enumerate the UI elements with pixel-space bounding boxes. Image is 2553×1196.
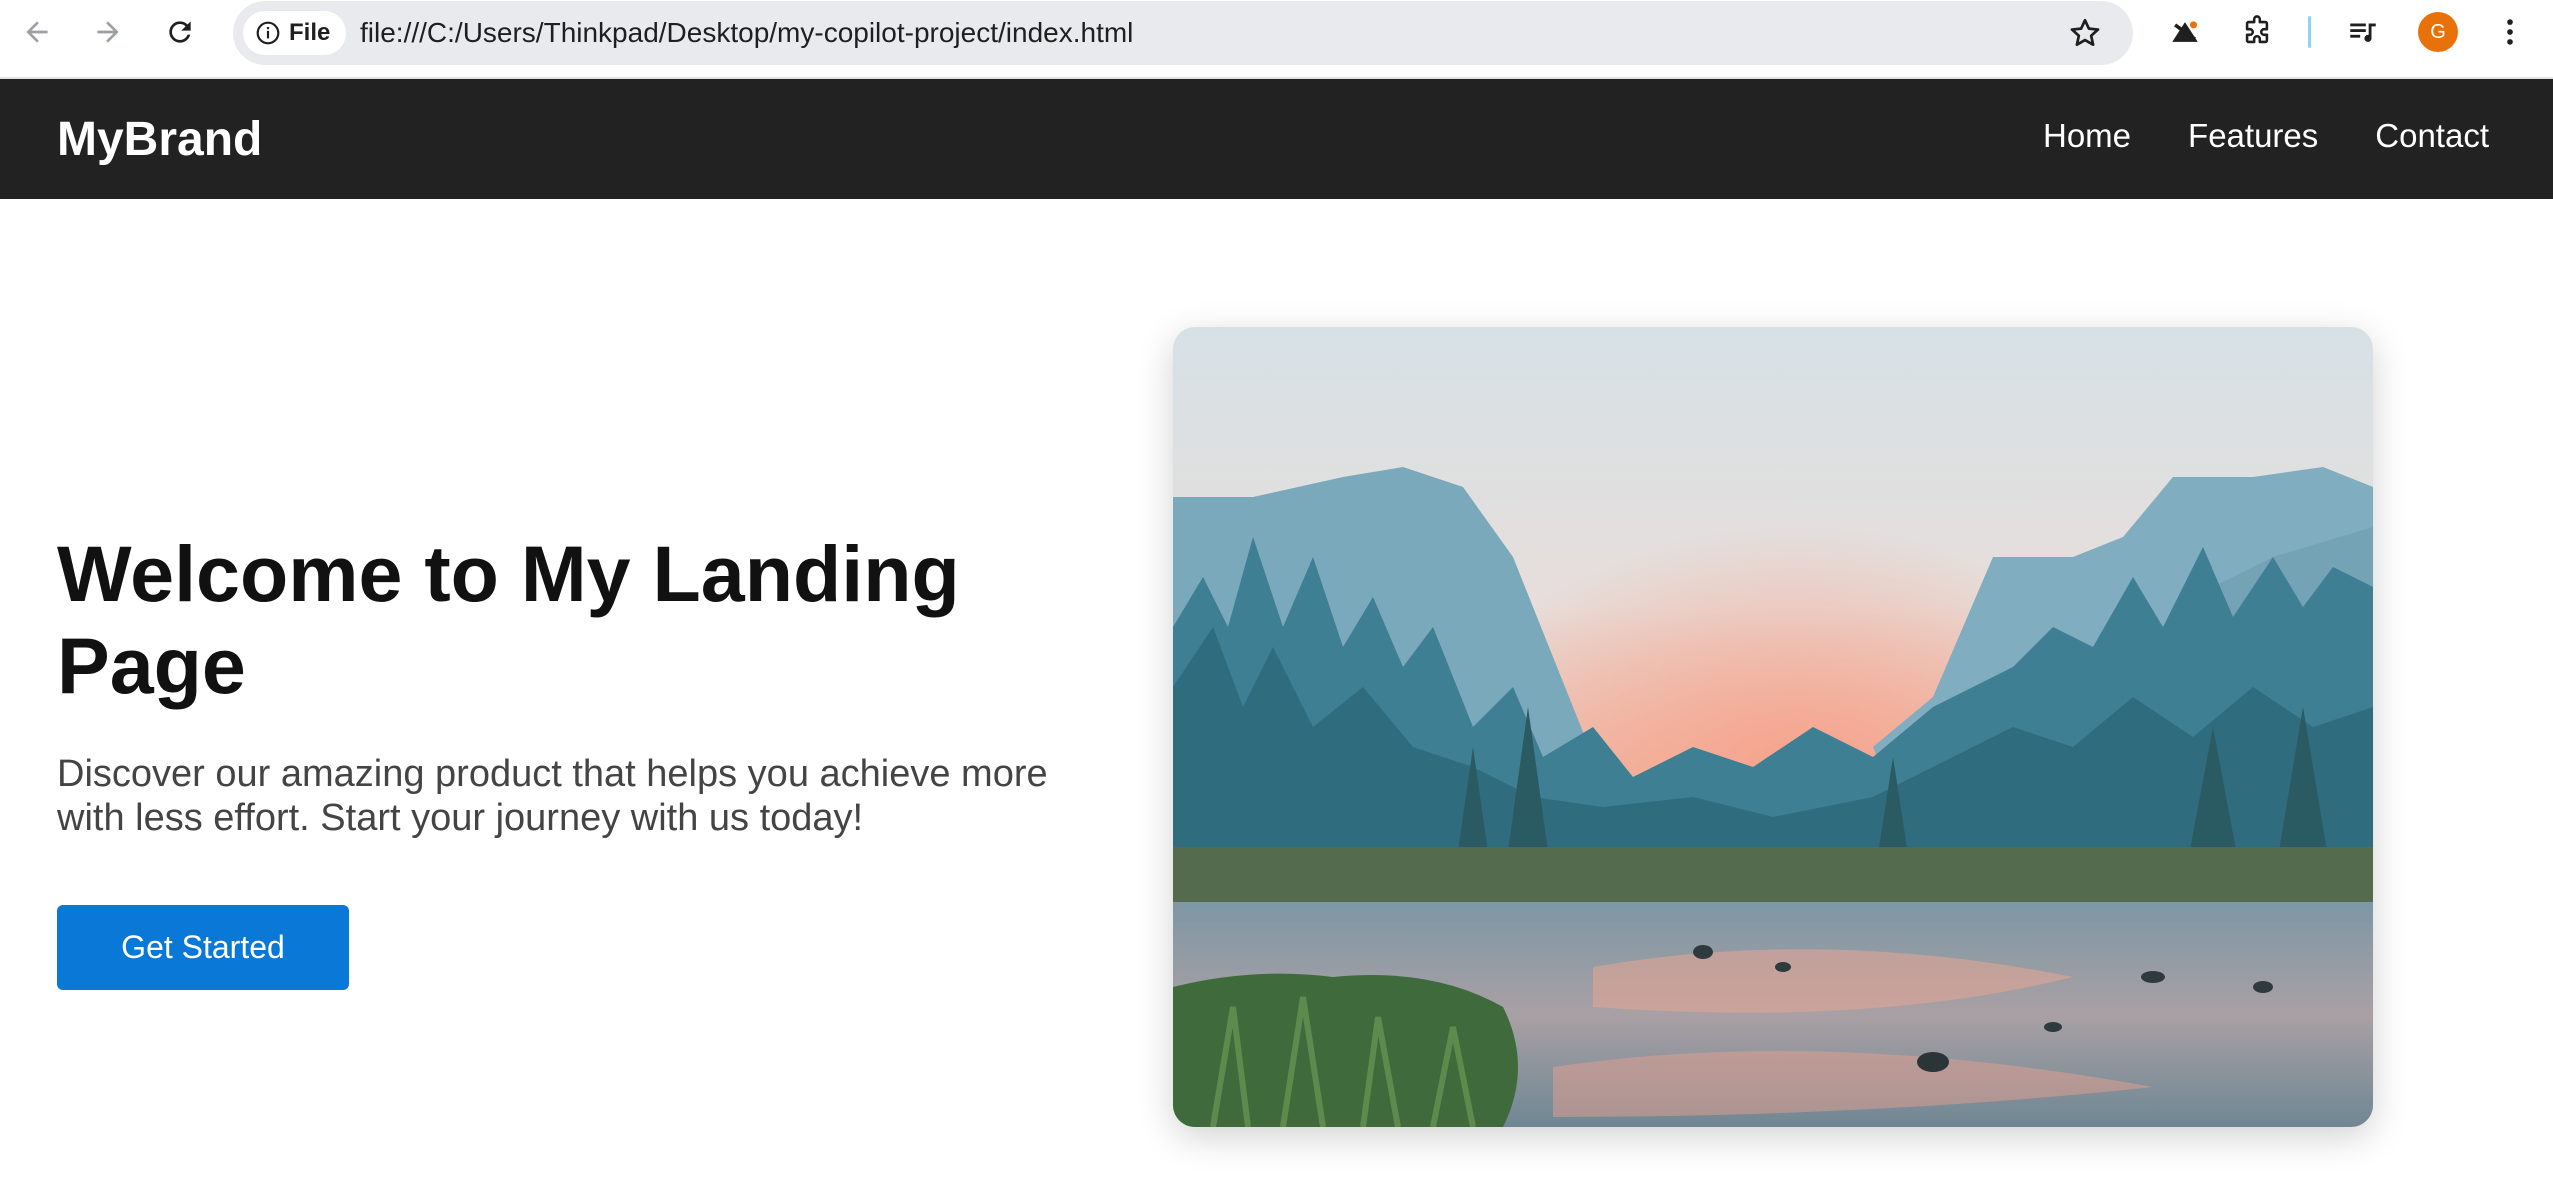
browser-toolbar: File file:///C:/Users/Thinkpad/Desktop/m… [0,0,2553,79]
site-info-chip[interactable]: File [243,11,347,55]
address-bar[interactable]: File file:///C:/Users/Thinkpad/Desktop/m… [233,1,2133,65]
info-icon [256,21,280,45]
nav-contact-link[interactable]: Contact [2375,117,2489,155]
site-chip-label: File [289,19,331,46]
url-text[interactable]: file:///C:/Users/Thinkpad/Desktop/my-cop… [360,17,1133,49]
extension-button[interactable] [2165,12,2205,52]
back-arrow-icon [26,21,48,43]
hero-title: Welcome to My Landing Page [57,529,960,710]
brand-logo[interactable]: MyBrand [57,112,262,167]
nav-features-link[interactable]: Features [2188,117,2318,155]
extensions-menu-button[interactable] [2237,12,2277,52]
media-queue-icon [2350,23,2376,42]
media-queue-button[interactable] [2343,12,2383,52]
site-header: MyBrand Home Features Contact [0,79,2553,199]
reload-icon [169,21,191,43]
toolbar-divider [2308,16,2311,48]
forward-button[interactable] [88,12,128,52]
more-vert-icon [2507,19,2513,45]
extension-app-icon [2172,21,2198,42]
landscape-illustration [1173,327,2373,1127]
browser-menu-button[interactable] [2490,12,2530,52]
star-icon[interactable] [2067,15,2103,51]
forward-arrow-icon [97,21,119,43]
back-button[interactable] [17,12,57,52]
hero-landscape-image [1173,327,2373,1127]
hero-description: Discover our amazing product that helps … [57,753,1048,839]
profile-avatar[interactable]: G [2418,12,2458,52]
get-started-button[interactable]: Get Started [57,905,349,990]
site-nav: Home Features Contact [2043,117,2489,155]
extension-puzzle-icon [2245,15,2269,44]
nav-home-link[interactable]: Home [2043,117,2131,155]
reload-button[interactable] [160,12,200,52]
